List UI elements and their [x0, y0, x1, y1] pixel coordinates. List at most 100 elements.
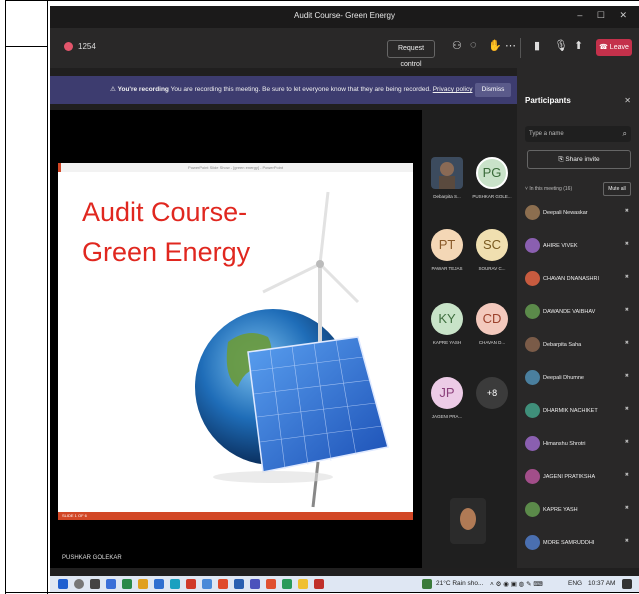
- participant-tile[interactable]: PT PAWAR TEJAS: [425, 222, 469, 282]
- chrome-icon[interactable]: [266, 579, 276, 589]
- mic-muted-icon: ✖: [624, 505, 629, 511]
- avatar: CD: [476, 303, 508, 335]
- recording-bold: You're recording: [117, 86, 169, 93]
- participant-row[interactable]: Deepali Dhumne ✖: [523, 367, 633, 389]
- avatar: [525, 535, 540, 550]
- share-invite-button[interactable]: ⎘ Share invite: [527, 150, 631, 169]
- app-icon[interactable]: [106, 579, 116, 589]
- avatar: [525, 271, 540, 286]
- more-icon[interactable]: ⋯: [505, 39, 516, 52]
- participant-row[interactable]: Deepali Newaskar ✖: [523, 202, 633, 224]
- camera-icon[interactable]: ▮: [534, 39, 540, 52]
- title-bar: Audit Course- Green Energy – ☐ ✕: [50, 6, 639, 28]
- participant-name: Deepali Newaskar: [543, 210, 588, 216]
- task-view-icon[interactable]: [90, 579, 100, 589]
- avatar: [525, 502, 540, 517]
- participant-row[interactable]: Himanshu Shrotri ✖: [523, 433, 633, 455]
- avatar: PG: [476, 157, 508, 189]
- word-icon[interactable]: [234, 579, 244, 589]
- participants-icon[interactable]: ⚇: [452, 39, 462, 52]
- mic-icon[interactable]: 🎙: [554, 39, 568, 52]
- turbine-blade: [318, 191, 330, 265]
- mic-muted-icon: ✖: [624, 472, 629, 478]
- participant-name: AHIRE VIVEK: [543, 243, 578, 249]
- solar-panel: [247, 336, 389, 473]
- participant-tile[interactable]: JP JAGENI PRA...: [425, 370, 469, 430]
- more-participants-tile[interactable]: +8: [470, 370, 514, 430]
- language-indicator[interactable]: ENG: [568, 580, 582, 587]
- turbine-blade: [262, 262, 321, 294]
- panel-title: Participants: [525, 96, 571, 105]
- participant-row[interactable]: MORE SAMRUDDHI ✖: [523, 532, 633, 554]
- teams-icon[interactable]: [250, 579, 260, 589]
- app-icon[interactable]: [282, 579, 292, 589]
- in-meeting-label: In this meeting (16): [529, 186, 573, 192]
- mute-all-button[interactable]: Mute all: [603, 182, 631, 196]
- app-icon[interactable]: [314, 579, 324, 589]
- participant-name: KAPRE YASH: [543, 507, 578, 513]
- dismiss-button[interactable]: Dismiss: [475, 83, 511, 97]
- in-meeting-header[interactable]: ˅ In this meeting (16): [525, 186, 572, 192]
- participant-tile[interactable]: KY KAPRE YASH: [425, 296, 469, 356]
- app-icon[interactable]: [298, 579, 308, 589]
- share-screen-icon[interactable]: ⬆: [574, 39, 583, 52]
- mic-muted-icon: ✖: [624, 208, 629, 214]
- participant-row[interactable]: Debarpita Saha ✖: [523, 334, 633, 356]
- table-border-left: [5, 0, 6, 594]
- participant-row[interactable]: DHARMIK NACHIKET ✖: [523, 400, 633, 422]
- app-icon[interactable]: [186, 579, 196, 589]
- request-control-button[interactable]: Request control: [387, 40, 435, 68]
- participant-row[interactable]: KAPRE YASH ✖: [523, 499, 633, 521]
- participant-row[interactable]: JAGENI PRATIKSHA ✖: [523, 466, 633, 488]
- weather-text[interactable]: 21°C Rain sho...: [436, 580, 483, 587]
- edge-icon[interactable]: [170, 579, 180, 589]
- avatar: [525, 403, 540, 418]
- meeting-toolbar: 1254 Request control ⚇ ◌ ✋ ⋯ ▮ 🎙 ⬆ ☎ Lea…: [50, 28, 639, 68]
- chat-icon[interactable]: ◌: [470, 39, 477, 51]
- window-title: Audit Course- Green Energy: [294, 11, 395, 20]
- participant-tile[interactable]: CD CHAVAN D...: [470, 296, 514, 356]
- app-icon[interactable]: [154, 579, 164, 589]
- search-icon: ⌕: [622, 129, 627, 138]
- participant-tile-name: PUSHKAR GOLE...: [472, 194, 512, 199]
- avatar: [525, 436, 540, 451]
- avatar: SC: [476, 229, 508, 261]
- recording-banner: ⚠ You're recording You are recording thi…: [50, 76, 517, 104]
- folder-icon[interactable]: [138, 579, 148, 589]
- participant-name: CHAVAN DNANASHRI: [543, 276, 600, 282]
- participant-row[interactable]: CHAVAN DNANASHRI ✖: [523, 268, 633, 290]
- participant-tile[interactable]: PG PUSHKAR GOLE...: [470, 150, 514, 210]
- privacy-policy-link[interactable]: Privacy policy: [433, 86, 473, 93]
- leave-button[interactable]: ☎ Leave: [596, 39, 632, 56]
- participant-tile[interactable]: Debarpita S...: [425, 150, 469, 210]
- participant-search-input[interactable]: Type a name ⌕: [525, 126, 631, 142]
- participant-tile[interactable]: SC SOURAV C...: [470, 222, 514, 282]
- clock[interactable]: 10:37 AM: [588, 580, 615, 587]
- notification-icon[interactable]: [622, 579, 632, 589]
- powerpoint-icon: [58, 163, 61, 172]
- reactions-icon[interactable]: ✋: [488, 39, 502, 52]
- mic-muted-icon: ✖: [624, 406, 629, 412]
- window-controls[interactable]: – ☐ ✕: [577, 10, 633, 21]
- participant-tile-name: SOURAV C...: [478, 266, 506, 271]
- recording-text: You are recording this meeting. Be sure …: [170, 86, 431, 93]
- search-icon[interactable]: [74, 579, 84, 589]
- close-icon[interactable]: ✕: [624, 96, 631, 105]
- windows-taskbar: 21°C Rain sho... ˄ ⚙ ◉ ▣ ◍ ✎ ⌨ ENG 10:37…: [50, 576, 639, 592]
- app-icon[interactable]: [122, 579, 132, 589]
- participant-name: Himanshu Shrotri: [543, 441, 586, 447]
- app-icon[interactable]: [202, 579, 212, 589]
- avatar: [525, 469, 540, 484]
- participant-row[interactable]: AHIRE VIVEK ✖: [523, 235, 633, 257]
- powerpoint-icon[interactable]: [218, 579, 228, 589]
- mic-muted-icon: ✖: [624, 439, 629, 445]
- system-tray-icons[interactable]: ˄ ⚙ ◉ ▣ ◍ ✎ ⌨: [490, 580, 543, 588]
- start-icon[interactable]: [58, 579, 68, 589]
- participant-gallery: Debarpita S... PG PUSHKAR GOLE... PT PAW…: [422, 110, 517, 568]
- participant-name: JAGENI PRATIKSHA: [543, 474, 596, 480]
- shared-screen: PowerPoint Slide Show - [green energy] -…: [50, 110, 422, 568]
- recording-icon: [64, 42, 73, 51]
- slideshow-status-bar: SLIDE 1 OF 6: [58, 512, 413, 520]
- participants-panel: Participants ✕ Type a name ⌕ ⎘ Share invi…: [517, 68, 639, 568]
- participant-row[interactable]: DAWANDE VAIBHAV ✖: [523, 301, 633, 323]
